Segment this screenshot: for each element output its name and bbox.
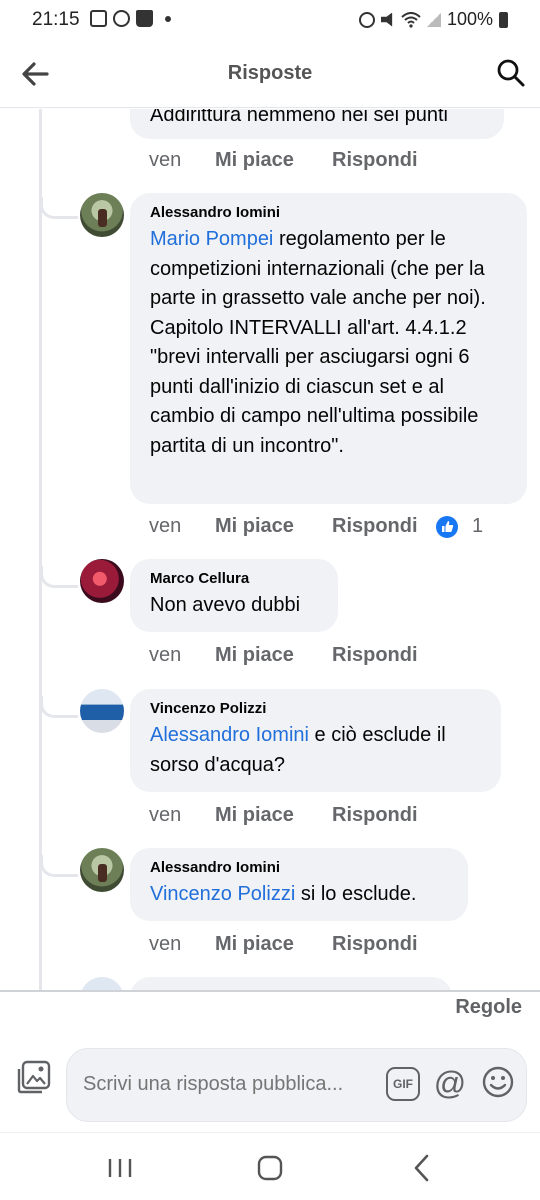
more-notifications-dot-icon [165, 15, 171, 22]
comment-bubble[interactable]: Alessandro Iomini Mario Pompei regolamen… [130, 193, 527, 504]
reply-connector [40, 696, 78, 718]
comment-actions: ven Mi piace Rispondi 1 [149, 515, 483, 538]
like-button[interactable]: Mi piace [215, 149, 332, 172]
comment-time[interactable]: ven [149, 515, 215, 538]
rules-link[interactable]: Regole [455, 996, 522, 1019]
home-icon[interactable] [250, 1151, 290, 1185]
shopping-notification-icon [136, 10, 153, 27]
reply-input[interactable] [83, 1073, 383, 1096]
status-system-icons: 100% [358, 9, 508, 30]
comment-text: Alessandro Iomini e ciò esclude il sorso… [150, 721, 481, 780]
b-notification-icon [113, 10, 130, 27]
comment-bubble-partial[interactable] [130, 977, 452, 991]
status-notification-icons [90, 10, 171, 27]
mention-link[interactable]: Mario Pompei [150, 228, 273, 250]
reply-connector [40, 566, 78, 588]
reply-button[interactable]: Rispondi [332, 933, 436, 956]
comment-author[interactable]: Marco Cellura [150, 570, 318, 587]
rules-bar: Regole [0, 990, 540, 1032]
avatar[interactable] [80, 689, 124, 733]
page-title: Risposte [227, 62, 313, 84]
comment-time[interactable]: ven [149, 933, 215, 956]
mention-link[interactable]: Alessandro Iomini [150, 724, 309, 746]
app-header: Risposte [0, 40, 540, 108]
reply-button[interactable]: Rispondi [332, 804, 436, 827]
status-time: 21:15 [32, 9, 80, 30]
comment-thread: Addirittura nemmeno nei sei punti ven Mi… [0, 109, 540, 991]
reply-composer: GIF @ [0, 1032, 540, 1132]
comment-body: regolamento per le competizioni internaz… [150, 228, 486, 457]
reply-connector [40, 855, 78, 877]
reply-button[interactable]: Rispondi [332, 644, 436, 667]
battery-percent: 100% [446, 9, 493, 29]
wifi-icon [401, 11, 421, 28]
like-button[interactable]: Mi piace [215, 515, 332, 538]
avatar[interactable] [80, 559, 124, 603]
comment-actions: ven Mi piace Rispondi [149, 149, 436, 172]
comment-actions: ven Mi piace Rispondi [149, 804, 436, 827]
battery-icon [499, 11, 508, 28]
photo-gallery-icon[interactable] [17, 1060, 51, 1094]
alarm-icon [358, 11, 375, 28]
recent-apps-icon[interactable] [100, 1151, 140, 1185]
gallery-notification-icon [90, 10, 107, 27]
comment-bubble[interactable]: Alessandro Iomini Vincenzo Polizzi si lo… [130, 848, 468, 921]
comment-text: Mario Pompei regolamento per le competiz… [150, 225, 507, 461]
comment-text: Non avevo dubbi [150, 594, 301, 616]
like-button[interactable]: Mi piace [215, 804, 332, 827]
comment-author[interactable]: Vincenzo Polizzi [150, 700, 481, 717]
like-button[interactable]: Mi piace [215, 933, 332, 956]
comment-time[interactable]: ven [149, 804, 215, 827]
comment-body: si lo esclude. [295, 883, 417, 905]
comment-bubble-partial[interactable]: Addirittura nemmeno nei sei punti [130, 109, 504, 139]
comment-bubble[interactable]: Marco Cellura Non avevo dubbi [130, 559, 338, 632]
reaction-count: 1 [472, 515, 484, 537]
avatar[interactable] [80, 848, 124, 892]
avatar[interactable] [80, 977, 124, 991]
like-reaction-icon [436, 515, 458, 538]
signal-icon [426, 12, 441, 27]
mention-button[interactable]: @ [432, 1063, 468, 1103]
comment-author[interactable]: Alessandro Iomini [150, 859, 448, 876]
comment-bubble[interactable]: Vincenzo Polizzi Alessandro Iomini e ciò… [130, 689, 501, 792]
system-nav-bar [0, 1132, 540, 1200]
comment-text: Vincenzo Polizzi si lo esclude. [150, 880, 448, 910]
comment-time[interactable]: ven [149, 644, 215, 667]
status-bar: 21:15 100% [0, 0, 540, 40]
back-nav-icon[interactable] [402, 1151, 442, 1185]
comment-time[interactable]: ven [149, 149, 215, 172]
comment-actions: ven Mi piace Rispondi [149, 933, 436, 956]
mention-link[interactable]: Vincenzo Polizzi [150, 883, 295, 905]
comment-text: Addirittura nemmeno nei sei punti [150, 109, 448, 126]
comment-author[interactable]: Alessandro Iomini [150, 204, 507, 221]
gif-button[interactable]: GIF [386, 1067, 420, 1101]
search-icon[interactable] [496, 58, 526, 88]
like-button[interactable]: Mi piace [215, 644, 332, 667]
reply-connector [40, 197, 78, 219]
reply-button[interactable]: Rispondi [332, 515, 436, 538]
reply-button[interactable]: Rispondi [332, 149, 436, 172]
reactions-summary[interactable]: 1 [436, 515, 483, 538]
emoji-icon[interactable] [481, 1065, 515, 1099]
avatar[interactable] [80, 193, 124, 237]
comment-actions: ven Mi piace Rispondi [149, 644, 436, 667]
mute-icon [380, 12, 393, 27]
reply-input-container: GIF @ [66, 1048, 527, 1122]
